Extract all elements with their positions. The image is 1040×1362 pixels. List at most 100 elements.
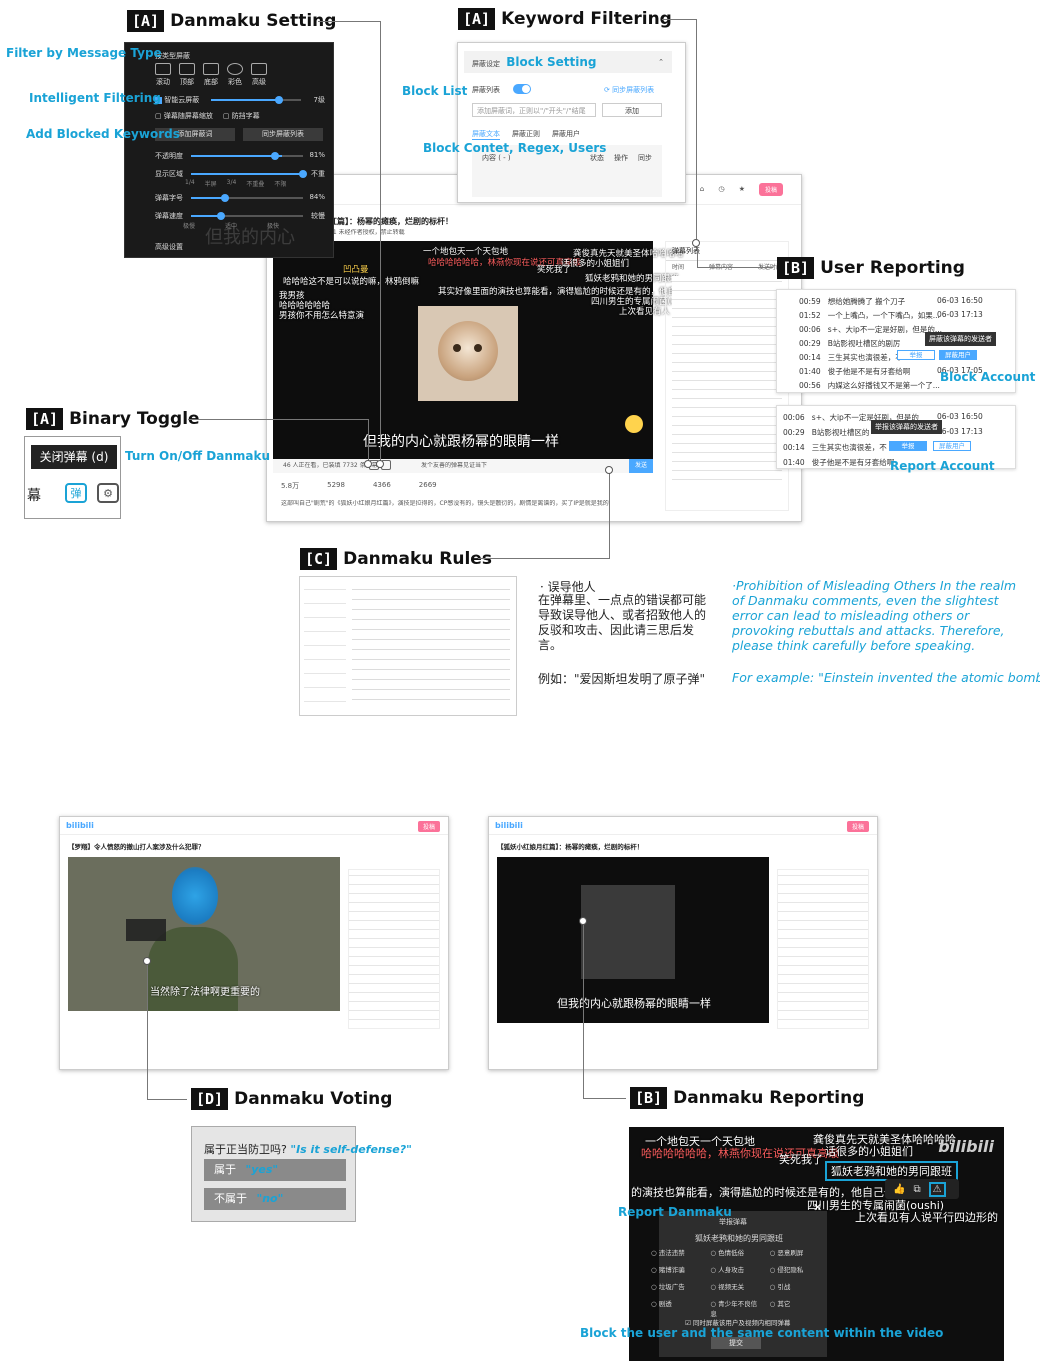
selected-danmaku[interactable]: 狐妖老鸦和她的男同跟班 [825,1161,958,1181]
voting-player[interactable]: 当然除了法律啊更重要的 [68,857,340,1011]
collapse-icon[interactable]: ⌃ [658,51,664,73]
reason-option[interactable]: ○ 引战 [770,1281,821,1291]
copy-icon[interactable]: ⧉ [913,1184,920,1195]
report-button-2[interactable]: 举报 [889,441,927,451]
list-row[interactable]: 00:59 想给她腾腾了 搬个刀子 [799,296,905,307]
like-count[interactable]: 5.8万 [281,481,299,491]
bottom-type[interactable]: 底部 [203,63,219,87]
vote-popup-mini [126,919,166,941]
ghost-subtitle: 但我的内心 [205,227,295,248]
send-button[interactable]: 发送 [629,459,653,473]
danmaku-label: 幕 [27,488,41,504]
opacity-row[interactable]: 不透明度 81% [155,151,325,161]
danmaku: 凹凸曼 [343,265,369,275]
block-sender-tooltip: 屏蔽该弹幕的发送者 [925,332,996,346]
reason-option[interactable]: ○ 垃圾广告 [651,1281,702,1291]
voting-popup: 属于正当防卫吗? "Is it self-defense?" 属于 "yes" … [191,1126,412,1222]
reason-option[interactable]: ○ 剧透 [651,1298,702,1318]
rules-page-thumb [299,576,517,716]
row-date: 06-03 17:13 [937,310,983,319]
tab-block-user[interactable]: 屏蔽用户 [552,129,580,140]
col-time: 时间 [672,264,685,271]
anno-block-list: Block List [402,84,468,98]
font-size-row[interactable]: 弹幕字号 84% [155,193,325,203]
rules-en-example: For example: "Einstein invented the atom… [732,670,1040,685]
block-user-button[interactable]: 屏蔽用户 [939,350,977,360]
col-content: 弹幕内容 [709,264,733,272]
list-row[interactable]: 00:14 三生其实也演很差，不 [799,352,903,363]
reason-option[interactable]: ○ 色情低俗 [710,1247,761,1257]
list-row[interactable]: 01:40 俊子他是不是有牙套给啊 [783,457,894,468]
danmaku: 上次看见有人 [619,307,671,317]
list-row[interactable]: 01:52 一个上嘴凸，一个下嘴凸，如果... [799,310,940,321]
list-title: 弹幕列表 [672,247,700,255]
post-button[interactable]: 投稿 [846,821,869,832]
list-row[interactable]: 00:56 内媒这么好播钱又不是第一个了... [799,380,940,391]
speed-row[interactable]: 弹幕速度 较慢 极慢 适中 极快 [155,211,325,230]
danmaku-settings-icon[interactable]: ⚙ [97,483,119,503]
smart-filter-label: 智能云屏蔽 [164,96,200,104]
report-video-title: 【狐妖小红娘月红篇】：杨幂的瘫痪，烂剧的标杆！ [497,843,644,851]
anno-block-account: Block Account [940,370,1036,384]
smart-level: 7级 [313,96,325,104]
danmaku-toggle-icon[interactable]: 弹 [65,483,87,503]
report-icon[interactable]: ⚠ [928,1181,946,1197]
sticker-icon [625,415,643,433]
reason-option[interactable]: ○ 其它 [770,1298,821,1318]
label-danmaku-reporting: [B] Danmaku Reporting [630,1087,864,1109]
label-tag: [A] [127,10,165,32]
bilibili-logo: 投稿 [758,183,783,196]
list-row[interactable]: 01:40 俊子他是不是有牙套给啊 [799,366,910,377]
list-row[interactable]: 00:14 三生其实也演很差，不 [783,442,887,453]
block-user-button-2[interactable]: 屏蔽用户 [933,441,971,451]
row-date: 06-03 16:50 [937,412,983,421]
scale-checkbox[interactable]: ▢ 弹幕随屏幕缩放 [155,111,213,121]
subtitle-checkbox[interactable]: ▢ 防挡字幕 [223,111,260,121]
advanced-type[interactable]: 高级 [251,63,267,87]
anno-turn-onoff: Turn On/Off Danmaku [125,449,271,463]
top-type[interactable]: 顶部 [179,63,195,87]
close-dialog-icon[interactable]: ✕ [813,1201,822,1214]
reason-option[interactable]: ○ 赌博诈骗 [651,1264,702,1274]
reason-grid: ○ 违法违禁 ○ 色情低俗 ○ 恶意刷屏 ○ 赌博诈骗 ○ 人身攻击 ○ 侵犯隐… [651,1247,821,1318]
area-row[interactable]: 显示区域 不重 1/4 半屏 3/4 不重叠 不限 [155,169,325,188]
color-type[interactable]: 彩色 [227,63,243,87]
report-player[interactable]: 但我的内心就跟杨幂的眼睛一样 [497,857,769,1023]
reason-option[interactable]: ○ 青少年不良信息 [710,1298,761,1318]
list-row[interactable]: 00:29 B站影视吐槽区的剧厉 [799,338,900,349]
reason-option[interactable]: ○ 恶意刷屏 [770,1247,821,1257]
anno-intelligent: Intelligent Filtering [29,91,161,105]
share-count[interactable]: 2669 [419,481,437,491]
smart-filter-row[interactable]: 智能云屏蔽 7级 [155,95,325,105]
block-setting-title: 屏蔽设定 [472,60,500,68]
list-row[interactable]: 00:29 B站影视吐槽区的 [783,427,869,438]
vote-no-button[interactable]: 不属于 "no" [204,1188,346,1210]
bilibili-logo: bilibili [66,821,94,830]
reason-option[interactable]: ○ 侵犯隐私 [770,1264,821,1274]
sync-list-button[interactable]: 同步屏蔽列表 [243,128,323,141]
fav-count[interactable]: 4366 [373,481,391,491]
add-keyword-btn[interactable]: 添加 [602,103,662,117]
vote-yes-button[interactable]: 属于 "yes" [204,1159,346,1181]
post-button[interactable]: 投稿 [417,821,440,832]
report-button[interactable]: 举报 [897,350,935,360]
list-row[interactable]: 00:06 s+、大ip不一定是好剧，但是的... [799,324,942,335]
danmaku-list-panel: 弹幕列表 时间 弹幕内容 发送时间 [665,241,789,511]
reason-option[interactable]: ○ 违法违禁 [651,1247,702,1257]
video-player[interactable]: 一个地包天一个天包地 龚俊真先天就美圣体哈哈哈哈 哈哈哈哈哈哈，林燕你现在说还可… [273,241,697,459]
tab-block-text[interactable]: 屏蔽文本 [472,129,500,140]
danmaku-input[interactable]: 发个友善的弹幕见证当下 [421,462,621,470]
scroll-type[interactable]: 滚动 [155,63,171,87]
block-list-toggle[interactable] [513,84,531,94]
nav-icons: ☺ ⌂ ◷ ★ [678,185,751,193]
reason-option[interactable]: ○ 人身攻击 [710,1264,761,1274]
sync-block-list[interactable]: ⟳ 同步屏蔽列表 [604,85,654,95]
reason-option[interactable]: ○ 视频无关 [710,1281,761,1291]
advanced-setting[interactable]: 高级设置 [155,242,183,252]
tab-block-regex[interactable]: 屏蔽正则 [512,129,540,140]
coin-count[interactable]: 5298 [327,481,345,491]
like-icon[interactable]: 👍 [893,1184,905,1195]
keyword-input[interactable]: 添加屏蔽词，正则以"/"开头"/"结尾 [472,103,596,117]
report-sender-tooltip: 举报该弹幕的发送者 [871,420,942,434]
label-user-reporting: [B] User Reporting [777,257,965,279]
